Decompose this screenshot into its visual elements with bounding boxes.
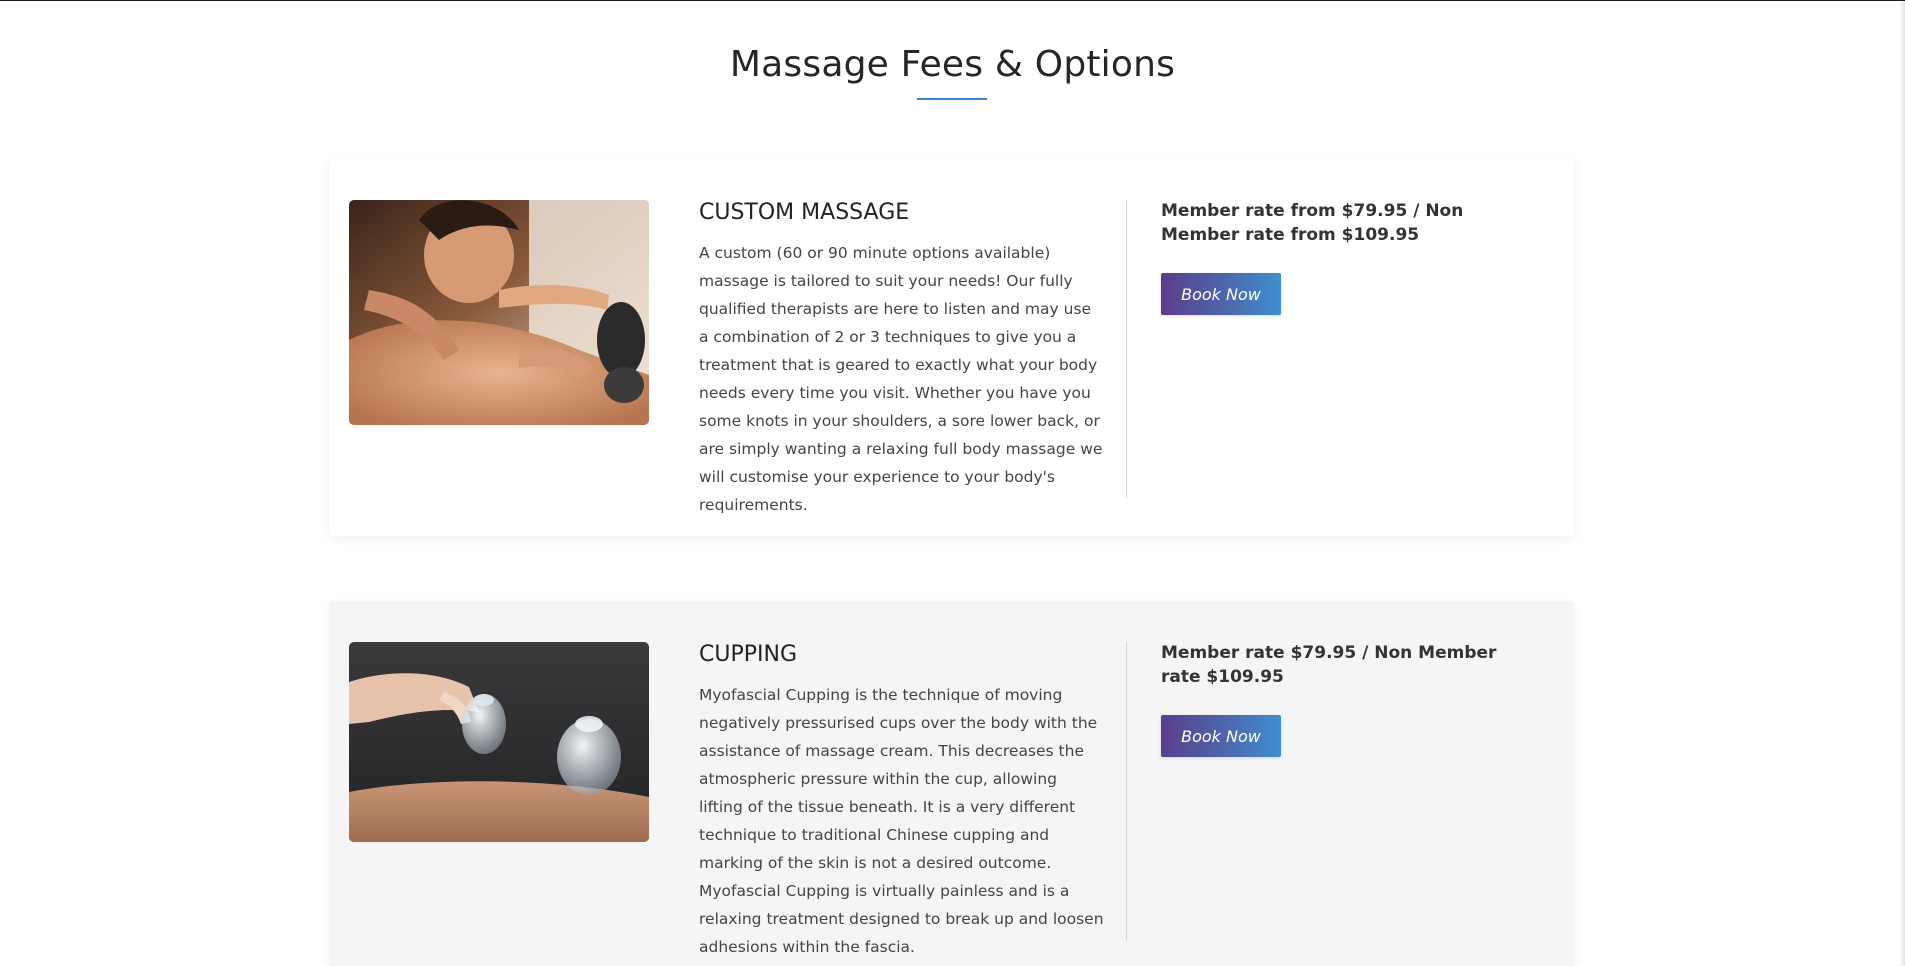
cupping-photo-icon: [349, 642, 649, 842]
book-now-button[interactable]: Book Now: [1161, 715, 1281, 757]
service-title: CUPPING: [699, 642, 797, 667]
service-rate: Member rate $79.95 / Non Member rate $10…: [1161, 643, 1497, 687]
column-divider: [1126, 642, 1127, 940]
service-description: A custom (60 or 90 minute options availa…: [699, 244, 1103, 514]
massage-photo-icon: [349, 200, 649, 425]
top-border: [0, 0, 1905, 1]
service-title: CUSTOM MASSAGE: [699, 200, 910, 225]
service-rate: Member rate from $79.95 / Non Member rat…: [1161, 201, 1464, 245]
service-card-cupping: CUPPING Myofascial Cupping is the techni…: [329, 601, 1574, 966]
page-edge-shadow: [1899, 0, 1905, 966]
service-card-custom-massage: CUSTOM MASSAGE A custom (60 or 90 minute…: [329, 159, 1574, 536]
book-now-button[interactable]: Book Now: [1161, 273, 1281, 315]
service-description: Myofascial Cupping is the technique of m…: [699, 686, 1104, 956]
title-underline: [917, 98, 987, 100]
column-divider: [1126, 200, 1127, 498]
page-title: Massage Fees & Options: [729, 44, 1176, 85]
